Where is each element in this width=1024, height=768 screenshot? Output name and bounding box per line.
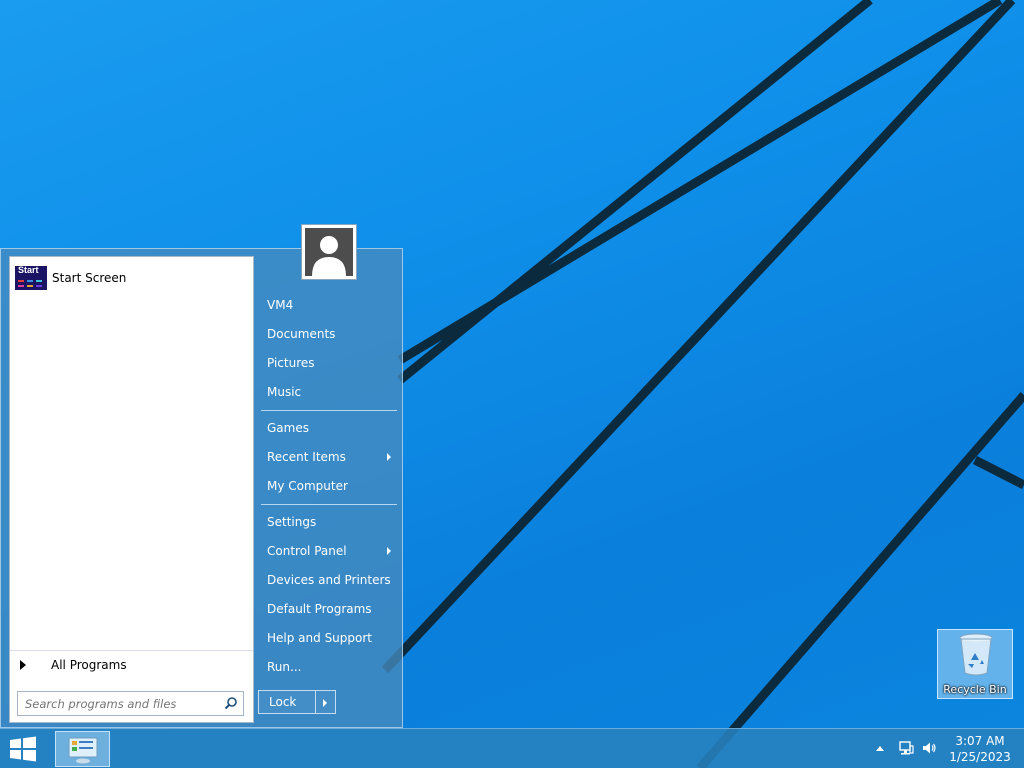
right-item-run[interactable]: Run... <box>259 654 397 680</box>
all-programs-label: All Programs <box>51 657 127 672</box>
right-item-games[interactable]: Games <box>259 415 397 441</box>
show-hidden-icons-button[interactable] <box>876 746 884 751</box>
start-screen-icon-text: Start <box>18 265 39 275</box>
power-button-group: Lock <box>258 690 336 714</box>
separator <box>261 504 397 505</box>
right-item-label: Settings <box>267 515 317 529</box>
control-panel-icon <box>68 737 98 764</box>
right-item-label: Devices and Printers <box>267 573 391 587</box>
recycle-bin-icon <box>959 633 993 676</box>
right-item-documents[interactable]: Documents <box>259 321 397 347</box>
tile-blue <box>27 280 33 282</box>
right-item-label: Pictures <box>267 356 315 370</box>
search-icon[interactable] <box>224 696 238 710</box>
clock-time: 3:07 AM <box>955 734 1005 748</box>
submenu-arrow-icon <box>387 453 391 461</box>
taskbar: 3:07 AM 1/25/2023 <box>0 728 1024 768</box>
tile-pink <box>18 285 24 287</box>
power-options-button[interactable] <box>316 690 336 714</box>
start-menu-programs-pane: Start Start Screen All Programs <box>9 256 254 723</box>
search-input[interactable] <box>23 694 217 714</box>
recycle-bin-desktop-icon[interactable]: Recycle Bin <box>937 629 1013 699</box>
right-item-pictures[interactable]: Pictures <box>259 350 397 376</box>
tile-red <box>18 280 24 282</box>
right-item-label: Control Panel <box>267 544 347 558</box>
start-menu: Start Start Screen All Programs Search p… <box>0 224 403 728</box>
right-item-control-panel[interactable]: Control Panel <box>259 538 397 564</box>
right-item-music[interactable]: Music <box>259 379 397 405</box>
expand-arrow-icon <box>20 659 26 670</box>
right-item-my-computer[interactable]: My Computer <box>259 473 397 499</box>
right-item-recent-items[interactable]: Recent Items <box>259 444 397 470</box>
desktop[interactable]: Recycle Bin Start Start Screen All Progr… <box>0 0 1024 768</box>
right-item-label: My Computer <box>267 479 348 493</box>
right-item-label: Default Programs <box>267 602 372 616</box>
start-button[interactable] <box>6 735 40 763</box>
right-item-help-and-support[interactable]: Help and Support <box>259 625 397 651</box>
user-avatar-icon <box>305 228 353 276</box>
right-item-label: VM4 <box>267 298 294 312</box>
right-item-devices-and-printers[interactable]: Devices and Printers <box>259 567 397 593</box>
taskbar-app-control-panel[interactable] <box>55 731 110 767</box>
right-item-label: Music <box>267 385 302 399</box>
right-item-vm4[interactable]: VM4 <box>259 292 397 318</box>
right-item-label: Games <box>267 421 309 435</box>
right-item-default-programs[interactable]: Default Programs <box>259 596 397 622</box>
volume-icon[interactable] <box>921 740 937 756</box>
separator <box>261 410 397 411</box>
search-box[interactable] <box>17 691 244 716</box>
windows-logo-icon <box>10 736 36 762</box>
right-item-label: Run... <box>267 660 302 674</box>
start-screen-icon: Start <box>15 265 47 290</box>
network-icon[interactable] <box>898 740 914 756</box>
taskbar-clock[interactable]: 3:07 AM 1/25/2023 <box>944 733 1016 765</box>
recycle-bin-label: Recycle Bin <box>943 683 1007 696</box>
user-picture[interactable] <box>301 224 357 280</box>
tile-orange <box>27 285 33 287</box>
right-item-settings[interactable]: Settings <box>259 509 397 535</box>
tile-purple <box>36 285 42 287</box>
lock-button[interactable]: Lock <box>258 690 316 714</box>
pinned-item-start-screen[interactable]: Start Start Screen <box>15 265 126 291</box>
pinned-item-label: Start Screen <box>52 271 127 285</box>
submenu-arrow-icon <box>387 547 391 555</box>
chevron-right-icon <box>323 699 327 707</box>
right-item-label: Recent Items <box>267 450 346 464</box>
right-item-label: Documents <box>267 327 336 341</box>
clock-date: 1/25/2023 <box>949 750 1011 764</box>
tile-cyan <box>36 280 42 282</box>
all-programs-button[interactable]: All Programs <box>10 650 253 678</box>
right-item-label: Help and Support <box>267 631 372 645</box>
